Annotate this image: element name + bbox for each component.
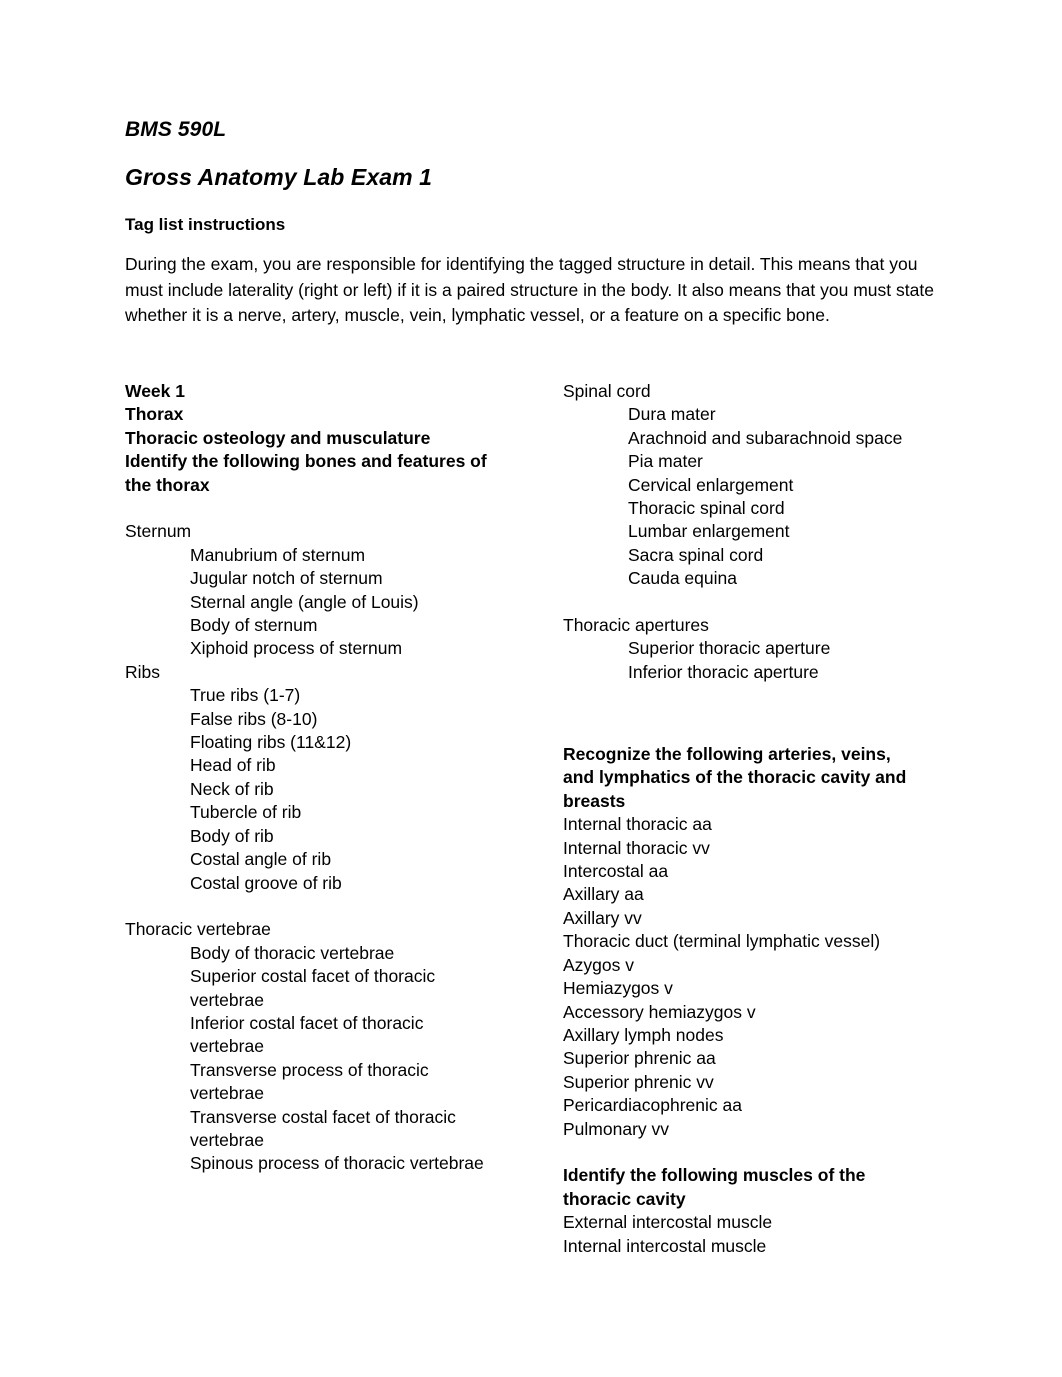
muscles-heading-line-2: thoracic cavity xyxy=(563,1188,686,1209)
page-title: Gross Anatomy Lab Exam 1 xyxy=(125,164,433,191)
left-column-list: Week 1 Thorax Thoracic osteology and mus… xyxy=(125,380,493,1176)
list-item: Cauda equina xyxy=(628,568,737,589)
vessels-heading-line-2: and lymphatics of the thoracic cavity an… xyxy=(563,767,907,788)
list-item: Arachnoid and subarachnoid space xyxy=(628,427,903,448)
right-column: Spinal cord Dura mater Arachnoid and sub… xyxy=(563,380,931,1258)
right-column-list: Spinal cord Dura mater Arachnoid and sub… xyxy=(563,380,931,1258)
list-item: Internal thoracic aa xyxy=(563,814,712,835)
list-item: Pericardiacophrenic aa xyxy=(563,1095,742,1116)
list-item: Costal groove of rib xyxy=(190,872,342,893)
list-item: Hemiazygos v xyxy=(563,978,673,999)
vessels-heading-line-1: Recognize the following arteries, veins, xyxy=(563,744,891,765)
list-item: Azygos v xyxy=(563,954,634,975)
list-item: Superior costal facet of thoracic verteb… xyxy=(190,966,440,1010)
list-item: Body of rib xyxy=(190,825,274,846)
list-item: Intercostal aa xyxy=(563,861,669,882)
list-item: Jugular notch of sternum xyxy=(190,568,383,589)
group-heading-thoracic-apertures: Thoracic apertures xyxy=(563,615,709,636)
left-column: Week 1 Thorax Thoracic osteology and mus… xyxy=(125,380,493,1176)
list-item: Pia mater xyxy=(628,451,703,472)
list-item: Body of thoracic vertebrae xyxy=(190,942,395,963)
list-item: Inferior thoracic aperture xyxy=(628,661,819,682)
instructions-paragraph: During the exam, you are responsible for… xyxy=(125,254,934,326)
group-heading-spinal-cord: Spinal cord xyxy=(563,381,651,401)
list-item: Thoracic spinal cord xyxy=(628,498,785,519)
document-page: BMS 590L Gross Anatomy Lab Exam 1 Tag li… xyxy=(0,0,1062,1377)
list-item: Spinous process of thoracic vertebrae xyxy=(190,1153,484,1174)
list-item: Floating ribs (11&12) xyxy=(190,732,352,753)
group-heading-sternum: Sternum xyxy=(125,521,192,542)
course-code-heading: BMS 590L xyxy=(125,118,227,141)
list-item: Sternal angle (angle of Louis) xyxy=(190,591,419,612)
vessels-heading-line-3: breasts xyxy=(563,790,626,811)
list-item: Axillary vv xyxy=(563,907,642,928)
list-item: False ribs (8-10) xyxy=(190,708,318,729)
list-item: Neck of rib xyxy=(190,778,274,799)
list-item: Internal intercostal muscle xyxy=(563,1235,767,1256)
list-item: Axillary lymph nodes xyxy=(563,1024,724,1045)
task-heading-line-2: the thorax xyxy=(125,474,210,495)
week-heading-row: Week 1 xyxy=(125,380,493,403)
list-item: Internal thoracic vv xyxy=(563,837,710,858)
document-content: BMS 590L Gross Anatomy Lab Exam 1 Tag li… xyxy=(125,118,937,1256)
list-item: Tubercle of rib xyxy=(190,802,302,823)
muscles-heading-line-1: Identify the following muscles of the xyxy=(563,1165,866,1186)
list-item: Superior phrenic vv xyxy=(563,1071,714,1092)
list-item: Costal angle of rib xyxy=(190,849,332,870)
list-item: Superior thoracic aperture xyxy=(628,638,831,659)
list-item: Head of rib xyxy=(190,755,276,776)
list-item: Sacra spinal cord xyxy=(628,544,764,565)
list-item: Dura mater xyxy=(628,404,716,425)
week-heading: Week 1 xyxy=(125,381,185,401)
list-item: Transverse costal facet of thoracic vert… xyxy=(190,1106,461,1150)
list-item: Xiphoid process of sternum xyxy=(190,638,403,659)
list-item: Cervical enlargement xyxy=(628,474,794,495)
list-item: Inferior costal facet of thoracic verteb… xyxy=(190,1012,429,1057)
list-item: Axillary aa xyxy=(563,884,644,905)
group-heading-thoracic-vertebrae: Thoracic vertebrae xyxy=(125,919,271,940)
region-heading: Thorax xyxy=(125,404,184,425)
task-heading-line-1: Identify the following bones and feature… xyxy=(125,451,487,472)
list-item: Superior phrenic aa xyxy=(563,1048,716,1069)
list-item: Body of sternum xyxy=(190,615,318,636)
group-heading-ribs: Ribs xyxy=(125,661,161,682)
list-item: Transverse process of thoracic vertebrae xyxy=(190,1059,434,1104)
region-heading-row: Thorax xyxy=(125,403,493,426)
list-item: Lumbar enlargement xyxy=(628,521,790,542)
list-item: Pulmonary vv xyxy=(563,1118,670,1139)
list-item: Accessory hemiazygos v xyxy=(563,1001,756,1022)
tag-list-instructions-heading: Tag list instructions xyxy=(125,214,286,234)
list-item: Manubrium of sternum xyxy=(190,544,366,565)
topic-heading: Thoracic osteology and musculature xyxy=(125,427,431,448)
list-item: True ribs (1-7) xyxy=(190,685,301,706)
list-item: External intercostal muscle xyxy=(563,1212,773,1233)
list-item: Thoracic duct (terminal lymphatic vessel… xyxy=(563,931,881,952)
